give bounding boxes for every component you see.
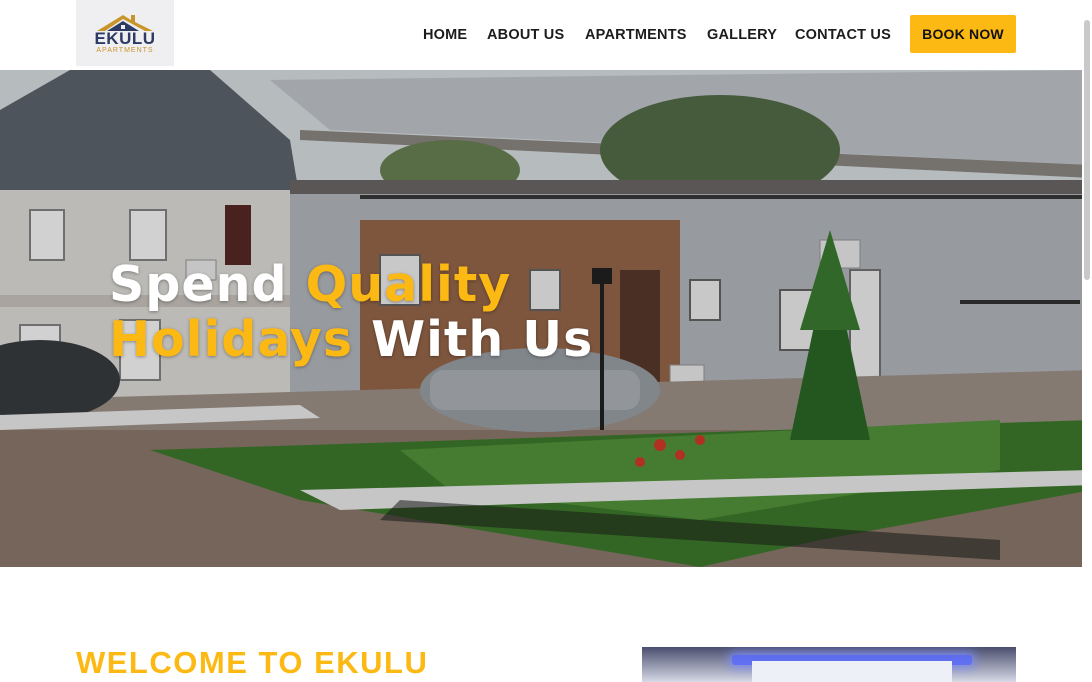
hero-word-quality: Quality <box>305 256 512 313</box>
hero-headline-line-2: Holidays With Us <box>109 312 593 367</box>
welcome-interior-photo <box>642 647 1016 682</box>
page-scrollbar[interactable] <box>1082 0 1092 682</box>
hero-word-holidays: Holidays <box>109 311 354 368</box>
nav-contact-us[interactable]: CONTACT US <box>795 27 891 43</box>
hero-banner: Spend Quality Holidays With Us <box>0 70 1092 567</box>
nav-home[interactable]: HOME <box>423 27 467 43</box>
scrollbar-thumb[interactable] <box>1084 20 1090 280</box>
ceiling-panel <box>752 661 952 682</box>
hero-word-spend: Spend <box>109 256 288 313</box>
hero-headline-line-1: Spend Quality <box>109 257 593 312</box>
nav-about-us[interactable]: ABOUT US <box>487 27 564 43</box>
hero-word-with-us: With Us <box>371 311 594 368</box>
book-now-button[interactable]: BOOK NOW <box>910 15 1016 53</box>
nav-apartments[interactable]: APARTMENTS <box>585 27 687 43</box>
hero-headline: Spend Quality Holidays With Us <box>109 257 593 367</box>
nav-gallery[interactable]: GALLERY <box>707 27 777 43</box>
site-header: EKULU APARTMENTS HOME ABOUT US APARTMENT… <box>0 0 1092 70</box>
welcome-heading: WELCOME TO EKULU <box>76 645 429 680</box>
